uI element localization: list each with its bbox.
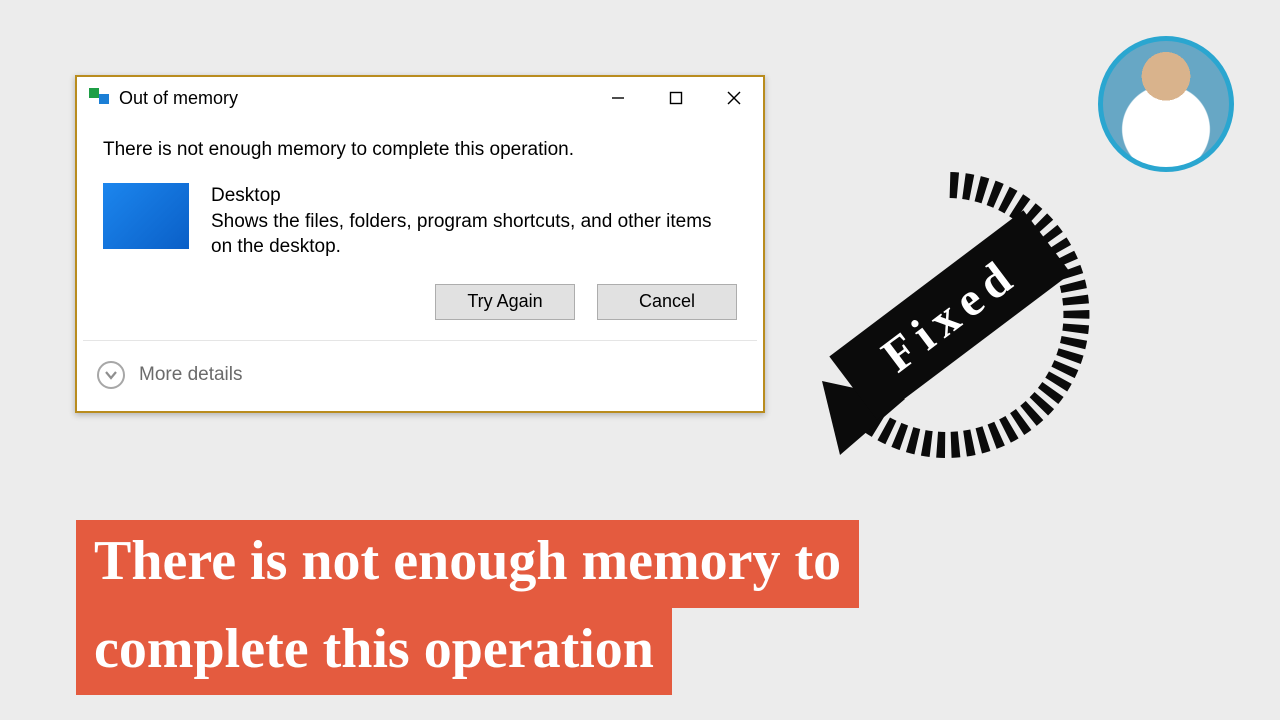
item-description: Desktop Shows the files, folders, progra… (211, 183, 737, 260)
headline-line-1: There is not enough memory to (76, 520, 859, 608)
window-title: Out of memory (119, 88, 589, 109)
close-button[interactable] (705, 77, 763, 119)
app-icon (89, 88, 109, 108)
item-desc-text: Shows the files, folders, program shortc… (211, 211, 712, 258)
cancel-button[interactable]: Cancel (597, 284, 737, 320)
thumbnail-headline: There is not enough memory to complete t… (76, 520, 859, 695)
avatar (1098, 36, 1234, 172)
titlebar: Out of memory (77, 77, 763, 119)
try-again-button[interactable]: Try Again (435, 284, 575, 320)
item-name: Desktop (211, 183, 737, 209)
more-details-toggle[interactable]: More details (77, 341, 763, 411)
more-details-label: More details (139, 364, 243, 386)
maximize-button[interactable] (647, 77, 705, 119)
minimize-button[interactable] (589, 77, 647, 119)
desktop-icon (103, 183, 189, 249)
fixed-badge: Fixed (790, 155, 1110, 475)
headline-line-2: complete this operation (76, 608, 672, 696)
out-of-memory-dialog: Out of memory There is not enough memory… (75, 75, 765, 413)
error-message: There is not enough memory to complete t… (103, 139, 737, 161)
chevron-down-icon (97, 361, 125, 389)
